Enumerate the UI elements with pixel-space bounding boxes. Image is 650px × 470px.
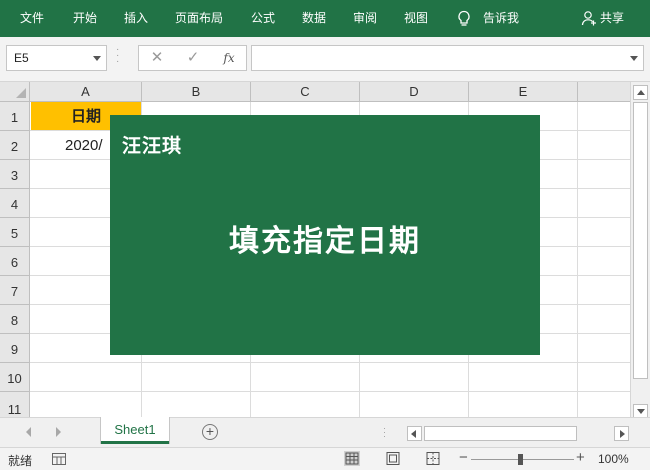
name-box[interactable]: E5	[6, 45, 107, 71]
zoom-level[interactable]: 100%	[598, 452, 629, 466]
column-header-f[interactable]	[578, 82, 630, 102]
row-header-4[interactable]: 4	[0, 189, 30, 218]
zoom-slider-thumb[interactable]	[518, 454, 523, 465]
normal-view-icon[interactable]	[344, 451, 360, 466]
page-break-view-icon[interactable]	[425, 451, 441, 466]
tab-review[interactable]: 审阅	[353, 0, 377, 37]
formula-buttons: ✕ ✓ fx	[138, 45, 247, 71]
tab-view[interactable]: 视图	[404, 0, 428, 37]
row-header-11[interactable]: 11	[0, 392, 30, 417]
zoom-in-button[interactable]: +	[576, 449, 585, 466]
page-layout-view-icon[interactable]	[385, 451, 401, 466]
row-header-5[interactable]: 5	[0, 218, 30, 247]
select-all-triangle-icon	[16, 88, 26, 98]
row-header-8[interactable]: 8	[0, 305, 30, 334]
enter-check-icon[interactable]: ✓	[183, 49, 203, 67]
share-button[interactable]: 共享	[600, 0, 624, 37]
tab-file[interactable]: 文件	[20, 0, 44, 37]
expand-formula-icon[interactable]	[630, 56, 638, 61]
column-header-b[interactable]: B	[142, 82, 251, 102]
insert-function-icon[interactable]: fx	[219, 49, 239, 67]
tab-page-layout[interactable]: 页面布局	[175, 0, 223, 37]
sheet-tab-sheet1[interactable]: Sheet1	[101, 417, 169, 444]
sheet-tabs-bar: Sheet1 + · · ·	[0, 417, 650, 447]
scroll-right-button[interactable]	[614, 426, 629, 441]
ribbon-tab-bar: 文件 开始 插入 页面布局 公式 数据 审阅 视图 告诉我 共享	[0, 0, 650, 37]
tab-formulas[interactable]: 公式	[251, 0, 275, 37]
tab-data[interactable]: 数据	[302, 0, 326, 37]
gridline	[577, 102, 578, 417]
chevron-down-icon[interactable]	[93, 56, 101, 61]
gridline	[30, 362, 630, 363]
arrow-down-icon	[637, 409, 645, 414]
row-header-2[interactable]: 2	[0, 131, 30, 160]
status-bar: 就绪 − + 100%	[0, 447, 650, 470]
row-header-3[interactable]: 3	[0, 160, 30, 189]
row-header-6[interactable]: 6	[0, 247, 30, 276]
author-watermark: 汪汪琪	[122, 136, 183, 157]
formula-input[interactable]	[251, 45, 644, 71]
previous-sheet-icon[interactable]	[26, 427, 31, 437]
vertical-scrollbar[interactable]	[630, 82, 650, 419]
lightbulb-icon[interactable]	[456, 10, 472, 28]
arrow-right-icon	[620, 430, 625, 438]
tell-me-search[interactable]: 告诉我	[483, 0, 519, 37]
tab-home[interactable]: 开始	[73, 0, 97, 37]
title-card: 汪汪琪 填充指定日期	[110, 115, 540, 355]
select-all-corner[interactable]	[0, 82, 30, 102]
arrow-left-icon	[411, 430, 416, 438]
row-header-1[interactable]: 1	[0, 102, 30, 131]
next-sheet-icon[interactable]	[56, 427, 61, 437]
share-person-icon[interactable]	[581, 10, 597, 26]
tab-insert[interactable]: 插入	[124, 0, 148, 37]
scroll-left-button[interactable]	[407, 426, 422, 441]
column-header-c[interactable]: C	[251, 82, 360, 102]
grip-dots-icon[interactable]: · · ·	[383, 424, 389, 441]
cell-a2[interactable]: 2020/	[31, 131, 111, 159]
cancel-icon[interactable]: ✕	[147, 49, 167, 67]
grip-dots-icon: · · ·	[116, 44, 120, 67]
horizontal-scrollbar[interactable]	[407, 426, 629, 441]
column-header-a[interactable]: A	[30, 82, 142, 102]
row-header-9[interactable]: 9	[0, 334, 30, 363]
gridline	[30, 391, 630, 392]
macro-record-icon[interactable]	[52, 453, 66, 465]
column-header-d[interactable]: D	[360, 82, 469, 102]
column-header-e[interactable]: E	[469, 82, 578, 102]
card-headline: 填充指定日期	[229, 225, 421, 258]
name-box-value: E5	[14, 51, 29, 65]
zoom-out-button[interactable]: −	[459, 449, 468, 466]
arrow-up-icon	[637, 90, 645, 95]
scroll-up-button[interactable]	[633, 85, 648, 100]
horizontal-scroll-thumb[interactable]	[424, 426, 577, 441]
status-ready: 就绪	[8, 454, 33, 468]
formula-bar: E5 · · · ✕ ✓ fx	[0, 37, 650, 82]
row-header-10[interactable]: 10	[0, 363, 30, 392]
add-sheet-icon[interactable]: +	[202, 424, 218, 440]
vertical-scroll-thumb[interactable]	[633, 102, 648, 379]
row-header-7[interactable]: 7	[0, 276, 30, 305]
